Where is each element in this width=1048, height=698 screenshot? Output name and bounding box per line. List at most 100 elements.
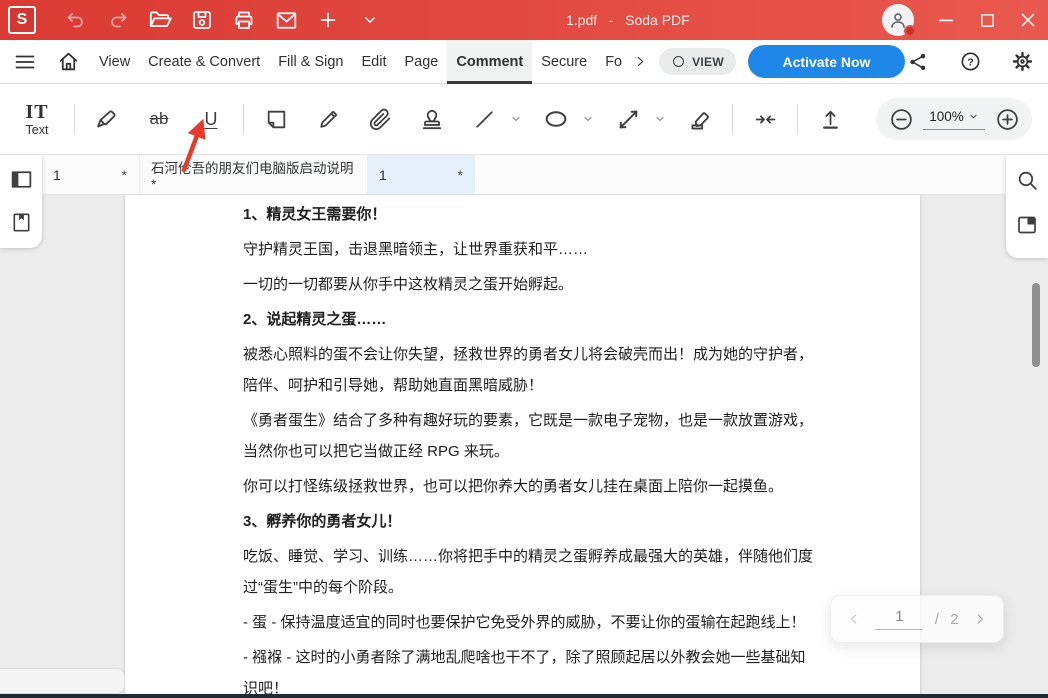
help-icon: ? bbox=[959, 50, 982, 73]
pencil-icon bbox=[316, 107, 341, 132]
menu-item-comment[interactable]: Comment bbox=[447, 39, 533, 84]
zoom-out-button[interactable] bbox=[888, 106, 914, 132]
highlighter-icon bbox=[94, 106, 120, 132]
eraser-tool[interactable] bbox=[680, 95, 720, 143]
line-tool-dropdown[interactable] bbox=[508, 95, 524, 143]
stamp-icon bbox=[419, 106, 445, 132]
help-button[interactable]: ? bbox=[957, 49, 983, 75]
svg-text:?: ? bbox=[967, 56, 973, 68]
account-button[interactable] bbox=[882, 4, 916, 37]
ellipse-icon bbox=[542, 105, 570, 133]
status-strip bbox=[0, 668, 125, 694]
circle-minus-icon bbox=[889, 107, 914, 132]
open-folder-icon bbox=[147, 7, 173, 33]
add-document-button[interactable] bbox=[316, 8, 340, 32]
strikethrough-tool[interactable]: ab bbox=[139, 95, 179, 143]
stamp-tool[interactable] bbox=[412, 95, 452, 143]
document-tab-active[interactable]: 1 * bbox=[368, 155, 475, 194]
doc-paragraph: - 襁褓 - 这时的小勇者除了满地乱爬啥也干不了，除了照顾起居以外教会她一些基础… bbox=[243, 649, 806, 697]
close-button[interactable] bbox=[1016, 8, 1040, 32]
ellipse-tool[interactable] bbox=[536, 95, 576, 143]
minimize-button[interactable] bbox=[934, 8, 958, 32]
menu-item-create-convert[interactable]: Create & Convert bbox=[139, 40, 269, 84]
chevron-down-icon bbox=[654, 113, 666, 125]
home-tab[interactable] bbox=[55, 49, 81, 75]
toolbar-divider bbox=[243, 104, 244, 134]
next-page-button[interactable] bbox=[970, 609, 990, 629]
undo-button[interactable] bbox=[64, 8, 88, 32]
attachment-tool[interactable] bbox=[360, 95, 400, 143]
eraser-icon bbox=[687, 106, 713, 132]
menu-item-fill-sign[interactable]: Fill & Sign bbox=[269, 40, 352, 84]
strikethrough-icon: ab bbox=[149, 109, 169, 128]
settings-button[interactable] bbox=[1009, 49, 1035, 75]
measure-tool-dropdown[interactable] bbox=[652, 95, 668, 143]
current-page-input[interactable]: 1 bbox=[875, 608, 924, 630]
thumbnail-panel-icon bbox=[1015, 213, 1039, 237]
redo-icon bbox=[106, 8, 130, 32]
print-button[interactable] bbox=[232, 8, 256, 32]
maximize-button[interactable] bbox=[975, 8, 999, 32]
save-button[interactable] bbox=[190, 8, 214, 32]
doc-paragraph: - 蛋 - 保持温度适宜的同时也要保护它免受外界的威胁，不要让你的蛋输在起跑线上… bbox=[243, 614, 806, 631]
window-bottom-edge bbox=[0, 694, 1048, 698]
toolbar-divider bbox=[732, 104, 733, 134]
activate-now-button[interactable]: Activate Now bbox=[747, 45, 905, 78]
bookmarks-button[interactable] bbox=[8, 209, 34, 235]
toolbar-divider bbox=[74, 104, 75, 134]
export-comments-tool[interactable] bbox=[810, 95, 850, 143]
save-icon bbox=[190, 8, 214, 32]
page-navigator: 1 / 2 bbox=[830, 595, 1004, 643]
main-menu-button[interactable] bbox=[12, 49, 38, 75]
notification-badge bbox=[904, 25, 916, 37]
right-tool-panel bbox=[1006, 155, 1048, 258]
bookmark-page-icon bbox=[10, 211, 33, 234]
flatten-comments-tool[interactable] bbox=[745, 95, 785, 143]
share-button[interactable] bbox=[905, 49, 931, 75]
circle-plus-icon bbox=[995, 107, 1020, 132]
line-tool[interactable] bbox=[464, 95, 504, 143]
menu-item-forms-truncated[interactable]: Fo bbox=[596, 40, 631, 84]
menu-overflow-button[interactable] bbox=[631, 49, 649, 75]
menu-item-page[interactable]: Page bbox=[395, 40, 447, 84]
doc-heading: 2、说起精灵之蛋…… bbox=[243, 311, 387, 328]
paperclip-icon bbox=[368, 107, 393, 132]
chevron-down-icon bbox=[360, 10, 380, 30]
sticky-note-icon bbox=[264, 107, 289, 132]
home-icon bbox=[56, 49, 81, 74]
shape-tool-dropdown[interactable] bbox=[580, 95, 596, 143]
view-mode-toggle[interactable]: VIEW bbox=[659, 48, 736, 75]
document-tab[interactable]: 石河伦吾的朋友们电脑版启动说明* bbox=[140, 155, 368, 194]
previous-page-button[interactable] bbox=[844, 609, 864, 629]
doc-paragraph: 一切的一切都要从你手中这枚精灵之蛋开始孵起。 bbox=[243, 276, 574, 293]
search-icon bbox=[1015, 168, 1040, 193]
vertical-scrollbar-thumb[interactable] bbox=[1032, 283, 1040, 367]
redo-button[interactable] bbox=[106, 8, 130, 32]
zoom-level-select[interactable]: 100% bbox=[923, 109, 985, 130]
soda-pdf-window: S 1.pdf - Soda PDF View Create & Convert… bbox=[0, 0, 1048, 698]
menu-item-edit[interactable]: Edit bbox=[352, 40, 395, 84]
document-tab[interactable]: 1 * bbox=[42, 155, 140, 194]
more-actions-dropdown[interactable] bbox=[358, 8, 382, 32]
open-file-button[interactable] bbox=[148, 8, 172, 32]
page-panel-button[interactable] bbox=[8, 166, 34, 192]
thumbnails-button[interactable] bbox=[1014, 212, 1040, 238]
highlighter-tool[interactable] bbox=[87, 95, 127, 143]
sticky-note-tool[interactable] bbox=[256, 95, 296, 143]
pdf-page-text: 1、精灵女王需要你！ 守护精灵王国，击退黑暗领主，让世界重获和平…… 一切的一切… bbox=[243, 199, 813, 698]
text-comment-tool[interactable]: IT Text bbox=[12, 95, 62, 143]
search-button[interactable] bbox=[1014, 167, 1040, 193]
menu-item-secure[interactable]: Secure bbox=[532, 40, 596, 84]
underline-tool[interactable]: U bbox=[191, 95, 231, 143]
upload-icon bbox=[818, 107, 843, 132]
email-button[interactable] bbox=[274, 8, 298, 32]
measure-tool[interactable] bbox=[608, 95, 648, 143]
doc-heading: 1、精灵女王需要你！ bbox=[243, 206, 387, 223]
total-pages: 2 bbox=[950, 610, 959, 628]
plus-icon bbox=[316, 8, 340, 32]
menu-item-view[interactable]: View bbox=[90, 40, 139, 84]
share-icon bbox=[907, 51, 929, 73]
pencil-tool[interactable] bbox=[308, 95, 348, 143]
zoom-in-button[interactable] bbox=[994, 106, 1020, 132]
hamburger-icon bbox=[13, 50, 37, 74]
